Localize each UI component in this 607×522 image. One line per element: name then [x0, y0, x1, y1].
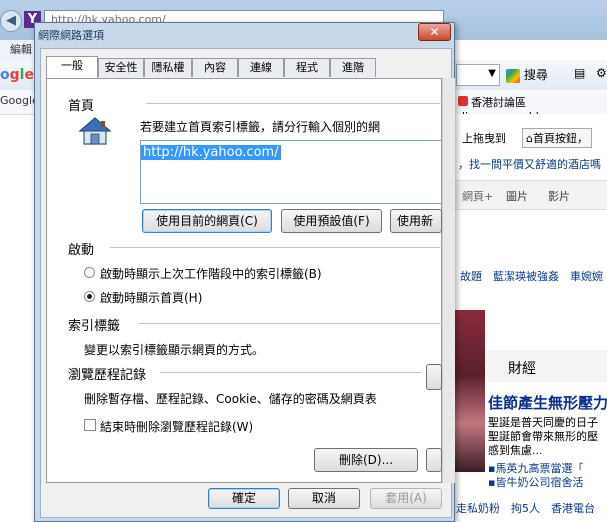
google-search-icon — [506, 68, 520, 83]
history-heading: 瀏覽歷程記錄 — [68, 368, 147, 383]
use-default-button[interactable]: 使用預設值(F) — [281, 209, 382, 233]
search-tab-web[interactable]: 網頁+ — [462, 188, 493, 204]
hint-drag: 上拖曳到 — [462, 132, 506, 145]
divider — [138, 323, 442, 324]
ok-button[interactable]: 確定 — [208, 488, 280, 509]
close-icon: ✕ — [429, 25, 440, 39]
use-current-button[interactable]: 使用目前的網頁(C) — [142, 209, 272, 233]
tab-security[interactable]: 安全性 — [98, 58, 144, 77]
cancel-button[interactable]: 取消 — [288, 488, 360, 509]
home-page-description: 若要建立首頁索引標籤，請分行輸入個別的網 — [140, 120, 381, 134]
news-headline-line[interactable]: 故題 藍潔瑛被強姦 車婉婉 — [460, 268, 603, 284]
tabs-heading: 索引標籤 — [68, 319, 121, 334]
history-description: 刪除暫存檔、歷程記錄、Cookie、儲存的密碼及網頁表 — [84, 392, 377, 406]
bottom-news-line[interactable]: 走私奶粉 拘5人 香港電台 — [456, 500, 595, 516]
chevron-down-icon: ▼ — [488, 68, 496, 79]
home-button-hint-label: 首頁按鈕， — [532, 132, 588, 145]
startup-option-last-session-label: 啟動時顯示上次工作階段中的索引標籤(B) — [100, 267, 322, 281]
tools-menu-icon[interactable]: ⚙ — [596, 66, 607, 80]
tabs-description: 變更以索引標籤顯示網頁的方式。 — [84, 343, 265, 357]
news-bullet-2[interactable]: ▪皆牛奶公司宿舍活 — [488, 474, 583, 490]
use-blank-button[interactable]: 使用新 — [390, 209, 442, 233]
history-settings-button[interactable] — [426, 448, 442, 472]
divider — [110, 247, 442, 248]
startup-option-home-radio[interactable] — [84, 291, 95, 302]
search-tab-images[interactable]: 圖片 — [506, 188, 528, 204]
tab-content[interactable]: 內容 — [192, 58, 238, 77]
search-button[interactable]: 搜尋 — [506, 64, 566, 86]
home-button-hint[interactable]: ⌂首頁按鈕， — [522, 128, 592, 148]
home-small-icon: ⌂ — [526, 132, 533, 145]
startup-option-home-label: 啟動時顯示首頁(H) — [100, 291, 203, 305]
search-dropdown[interactable]: ▼ — [456, 64, 500, 86]
google-logo-icon: ogle — [0, 67, 34, 83]
delete-on-exit-label: 結束時刪除瀏覽歷程記錄(W) — [100, 420, 254, 434]
delete-history-button[interactable]: 刪除(D)... — [314, 448, 418, 472]
tab-connections[interactable]: 連線 — [238, 58, 284, 77]
search-tab-video[interactable]: 影片 — [548, 188, 570, 204]
hotel-ad-line[interactable]: ，找一間平價又舒適的酒店嗎 — [458, 156, 601, 172]
news-bullet-2-label: 皆牛奶公司宿舍活 — [495, 476, 584, 489]
tab-advanced[interactable]: 進階 — [330, 58, 376, 77]
tab-privacy[interactable]: 隱私權 — [144, 58, 192, 77]
dialog-title: 網際網路選項 — [38, 29, 104, 42]
startup-option-last-session-radio[interactable] — [84, 267, 95, 278]
apply-button[interactable]: 套用(A) — [370, 488, 442, 509]
dialog-right-edge — [442, 78, 455, 483]
tab-strip: 一般 安全性 隱私權 內容 連線 程式 進階 — [46, 56, 442, 78]
favorite-google[interactable]: Google — [0, 94, 39, 107]
home-page-url-text[interactable]: http://hk.yahoo.com/ — [141, 145, 281, 160]
back-button[interactable]: ◀ — [0, 10, 22, 32]
feature-headline[interactable]: 佳節產生無形壓力 — [488, 392, 607, 413]
feature-text-3: 感到焦慮... — [488, 444, 543, 457]
startup-heading: 啟動 — [68, 243, 95, 258]
back-arrow-icon: ◀ — [6, 13, 16, 28]
house-icon — [78, 116, 112, 146]
discuss-favicon-icon — [458, 96, 468, 106]
divider — [160, 372, 422, 373]
home-page-heading: 首頁 — [68, 99, 95, 114]
page-menu-icon[interactable]: ▤ — [574, 66, 585, 80]
search-button-label: 搜尋 — [523, 68, 548, 82]
close-button[interactable]: ✕ — [418, 23, 451, 41]
menu-edit[interactable]: 編輯 — [0, 40, 34, 60]
news-photo — [455, 310, 485, 472]
divider — [146, 103, 442, 104]
tabs-settings-button[interactable] — [426, 364, 442, 390]
finance-tab[interactable]: 財經 — [508, 358, 536, 378]
tab-programs[interactable]: 程式 — [284, 58, 330, 77]
delete-on-exit-checkbox[interactable] — [84, 419, 96, 431]
tab-general[interactable]: 一般 — [46, 56, 98, 78]
